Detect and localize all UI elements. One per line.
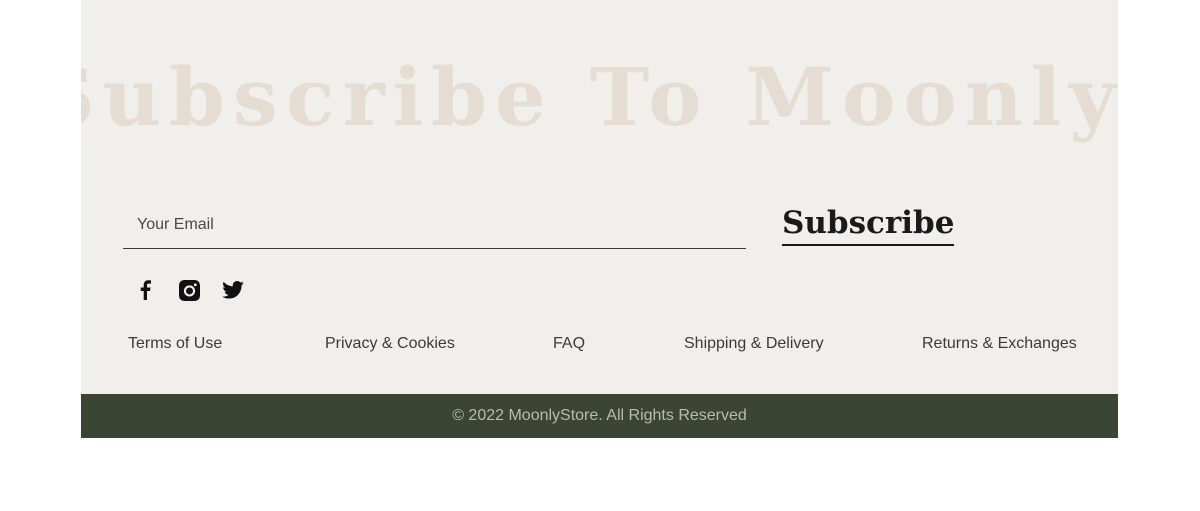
email-input[interactable]	[137, 216, 727, 234]
instagram-link[interactable]	[177, 278, 201, 302]
copyright-bar: © 2022 MoonlyStore. All Rights Reserved	[81, 394, 1118, 438]
social-links	[133, 278, 245, 302]
facebook-link[interactable]	[133, 278, 157, 302]
site-footer: Subscribe To Moonly News Subscribe Terms…	[81, 0, 1118, 438]
privacy-cookies-link[interactable]: Privacy & Cookies	[325, 335, 455, 353]
twitter-link[interactable]	[221, 278, 245, 302]
terms-of-use-link[interactable]: Terms of Use	[128, 335, 222, 353]
newsletter-marquee-heading: Subscribe To Moonly News	[81, 50, 1118, 144]
faq-link[interactable]: FAQ	[553, 335, 585, 353]
instagram-icon	[178, 279, 200, 301]
copyright-text: © 2022 MoonlyStore. All Rights Reserved	[452, 407, 747, 424]
email-field-wrapper	[123, 208, 746, 249]
returns-exchanges-link[interactable]: Returns & Exchanges	[922, 335, 1077, 353]
twitter-icon	[222, 281, 244, 299]
subscribe-button[interactable]: Subscribe	[782, 204, 955, 246]
shipping-delivery-link[interactable]: Shipping & Delivery	[684, 335, 824, 353]
facebook-icon	[140, 280, 151, 300]
